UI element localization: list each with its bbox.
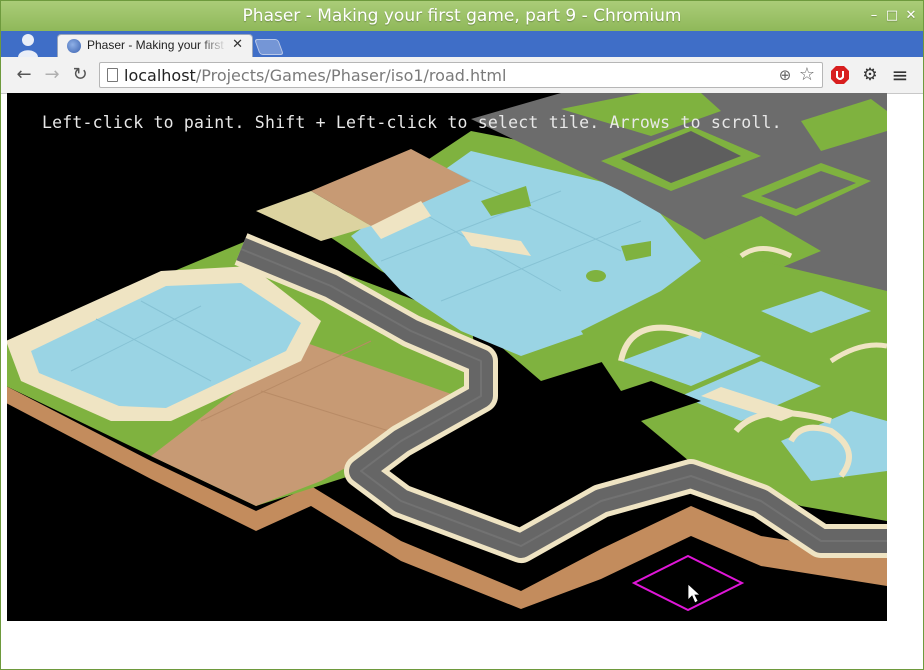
tab-strip: Phaser - Making your first game, part 9 … bbox=[1, 31, 923, 57]
minimize-icon[interactable]: – bbox=[867, 9, 881, 23]
game-canvas[interactable]: Left-click to paint. Shift + Left-click … bbox=[7, 93, 887, 621]
close-icon[interactable]: ✕ bbox=[904, 9, 918, 23]
url-text[interactable]: localhost/Projects/Games/Phaser/iso1/roa… bbox=[124, 66, 506, 85]
maximize-icon[interactable]: □ bbox=[885, 9, 899, 23]
bookmark-star-icon[interactable]: ☆ bbox=[798, 66, 816, 84]
tab-close-icon[interactable]: ✕ bbox=[232, 37, 243, 52]
page-icon bbox=[107, 68, 118, 82]
tile-cursor bbox=[631, 554, 745, 612]
back-icon[interactable]: ← bbox=[14, 65, 34, 85]
game-instructions: Left-click to paint. Shift + Left-click … bbox=[42, 113, 782, 132]
forward-icon[interactable]: → bbox=[42, 65, 62, 85]
browser-window: Phaser - Making your first game, part 9 … bbox=[0, 0, 924, 670]
menu-icon[interactable]: ≡ bbox=[890, 65, 910, 85]
toolbar: ← → ↻ localhost/Projects/Games/Phaser/is… bbox=[1, 57, 923, 94]
mouse-pointer-icon bbox=[687, 583, 702, 604]
stop-icon[interactable] bbox=[830, 65, 850, 85]
url-path: /Projects/Games/Phaser/iso1/road.html bbox=[195, 66, 507, 85]
address-bar[interactable]: localhost/Projects/Games/Phaser/iso1/roa… bbox=[99, 62, 823, 88]
profile-icon[interactable] bbox=[13, 31, 43, 57]
reload-icon[interactable]: ↻ bbox=[70, 65, 90, 85]
title-bar: Phaser - Making your first game, part 9 … bbox=[1, 1, 923, 31]
tab-label: Phaser - Making your first game, part 9 bbox=[87, 38, 227, 52]
window-title: Phaser - Making your first game, part 9 … bbox=[242, 6, 682, 26]
zoom-icon[interactable]: ⊕ bbox=[776, 66, 794, 84]
new-tab-button[interactable] bbox=[254, 39, 284, 55]
isometric-map[interactable] bbox=[7, 93, 887, 621]
url-host: localhost bbox=[124, 66, 196, 85]
settings-gear-icon[interactable]: ⚙ bbox=[860, 65, 880, 85]
tab-active[interactable]: Phaser - Making your first game, part 9 … bbox=[57, 34, 253, 57]
globe-icon bbox=[67, 39, 81, 53]
